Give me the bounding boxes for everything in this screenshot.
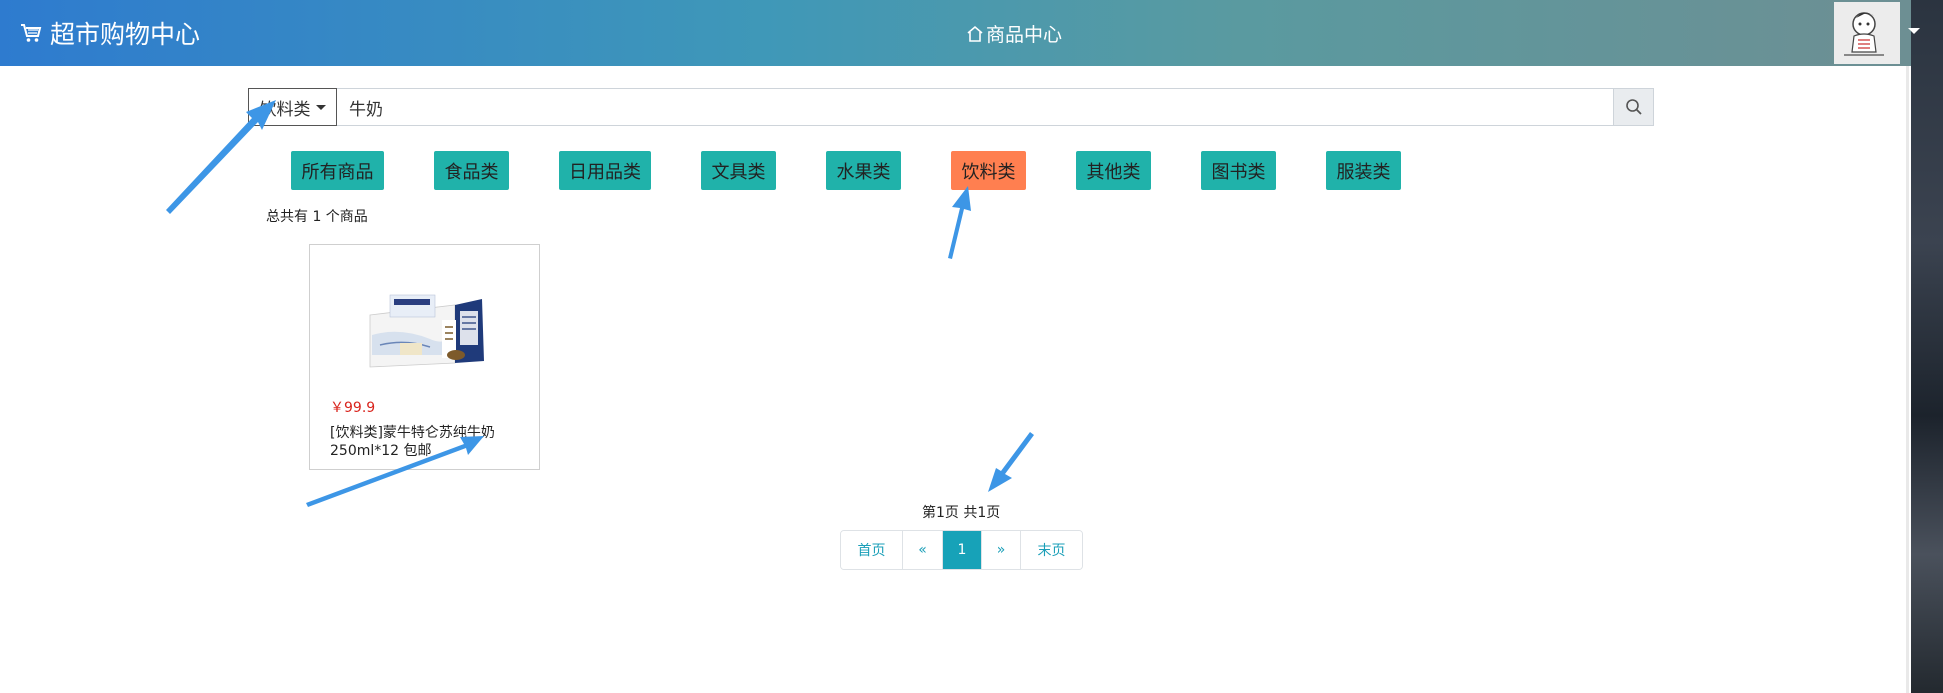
desktop-background-strip [1911, 0, 1943, 693]
brand-link[interactable]: 超市购物中心 [20, 15, 200, 51]
category-button-food[interactable]: 食品类 [434, 151, 509, 190]
category-button-daily[interactable]: 日用品类 [559, 151, 651, 190]
user-avatar[interactable] [1834, 2, 1900, 64]
category-button-other[interactable]: 其他类 [1076, 151, 1151, 190]
arrow-annotation-pageinfo [988, 432, 1034, 492]
product-price: ￥99.9 [330, 400, 376, 416]
brand-title: 超市购物中心 [50, 20, 201, 49]
total-count-text: 总共有 1 个商品 [266, 209, 368, 225]
category-button-stationery[interactable]: 文具类 [701, 151, 776, 190]
search-button[interactable] [1614, 88, 1654, 126]
category-button-books[interactable]: 图书类 [1201, 151, 1276, 190]
caret-down-icon [315, 104, 326, 110]
page-next-button[interactable]: » [982, 531, 1021, 569]
product-center-title: 商品中心 [986, 24, 1063, 46]
pagination: 首页 « 1 » 末页 [840, 530, 1083, 570]
product-card[interactable]: ￥99.9 [饮料类]蒙牛特仑苏纯牛奶250ml*12 包邮 [309, 244, 540, 470]
page: 超市购物中心 商品中心 饮料类 牛奶 所有商品 食品类 日用品类 文具类 水果类… [0, 0, 1943, 693]
scrollbar-track[interactable] [1906, 66, 1909, 693]
page-last-button[interactable]: 末页 [1021, 531, 1082, 569]
category-button-clothing[interactable]: 服装类 [1326, 151, 1401, 190]
product-image[interactable] [360, 275, 490, 375]
top-navbar: 超市购物中心 商品中心 [0, 0, 1911, 66]
page-info-text: 第1页 共1页 [922, 505, 1001, 521]
category-dropdown[interactable]: 饮料类 [248, 88, 337, 126]
category-button-fruit[interactable]: 水果类 [826, 151, 901, 190]
search-icon [1625, 99, 1642, 115]
product-name-link[interactable]: [饮料类]蒙牛特仑苏纯牛奶250ml*12 包邮 [330, 424, 530, 460]
home-icon [967, 25, 983, 42]
avatar-image [1834, 2, 1900, 64]
arrow-annotation-category [948, 186, 971, 259]
user-menu-caret-icon[interactable] [1908, 28, 1920, 34]
product-center-link[interactable]: 商品中心 [966, 20, 1062, 47]
category-button-drinks[interactable]: 饮料类 [951, 151, 1026, 190]
search-input[interactable] [337, 88, 1614, 126]
search-bar: 饮料类 [248, 88, 1654, 126]
page-current-button[interactable]: 1 [943, 531, 982, 569]
category-dropdown-label: 饮料类 [259, 99, 311, 120]
category-button-all[interactable]: 所有商品 [291, 151, 384, 190]
page-first-button[interactable]: 首页 [841, 531, 903, 569]
shopping-cart-icon [21, 24, 42, 42]
page-prev-button[interactable]: « [903, 531, 943, 569]
